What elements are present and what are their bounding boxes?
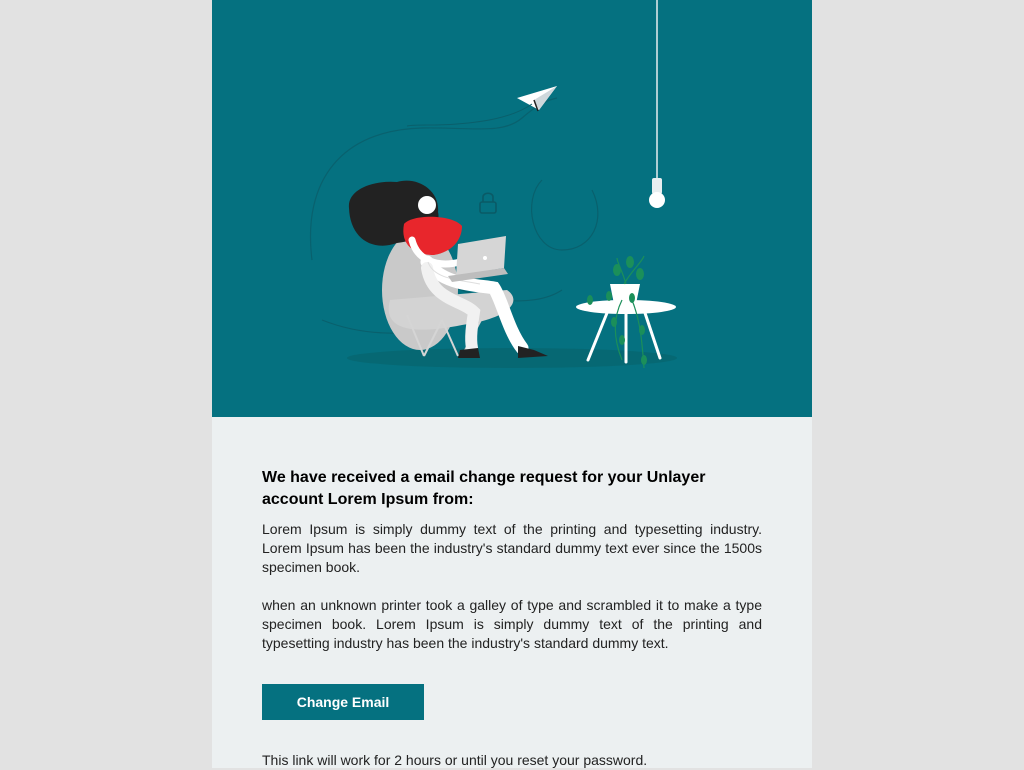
paper-plane-icon xyxy=(406,86,557,127)
email-body: We have received a email change request … xyxy=(262,467,762,770)
hero-banner xyxy=(212,0,812,417)
email-heading: We have received a email change request … xyxy=(262,469,706,508)
body-paragraph-2: when an unknown printer took a galley of… xyxy=(262,597,762,651)
person-with-laptop-illustration xyxy=(310,0,677,369)
plant-icon xyxy=(576,255,676,369)
body-paragraph-1: Lorem Ipsum is simply dummy text of the … xyxy=(262,521,762,575)
lock-icon xyxy=(479,192,497,214)
change-email-button[interactable]: Change Email xyxy=(262,684,424,720)
email-container: We have received a email change request … xyxy=(212,0,812,768)
lightbulb-icon xyxy=(649,0,665,208)
link-expiry-note: This link will work for 2 hours or until… xyxy=(262,752,648,768)
